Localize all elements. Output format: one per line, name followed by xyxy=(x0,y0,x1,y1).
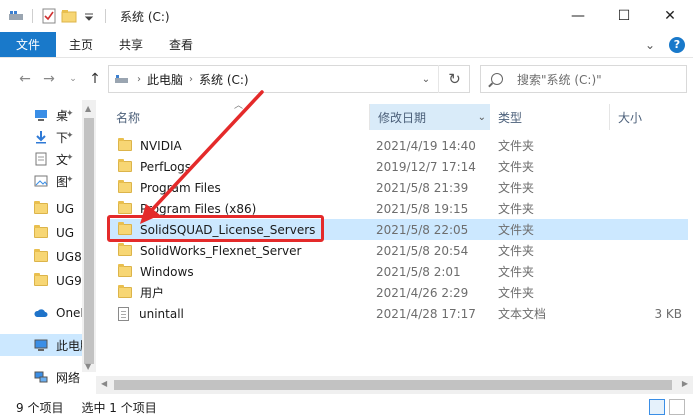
status-bar: 9 个项目 选中 1 个项目 xyxy=(0,396,693,418)
large-icons-view-button[interactable] xyxy=(669,399,685,415)
selected-count: 选中 1 个项目 xyxy=(81,400,157,415)
view-toggle xyxy=(649,399,685,415)
item-count: 9 个项目 xyxy=(16,400,64,415)
annotation-arrow xyxy=(140,90,264,224)
details-view-button[interactable] xyxy=(649,399,665,415)
